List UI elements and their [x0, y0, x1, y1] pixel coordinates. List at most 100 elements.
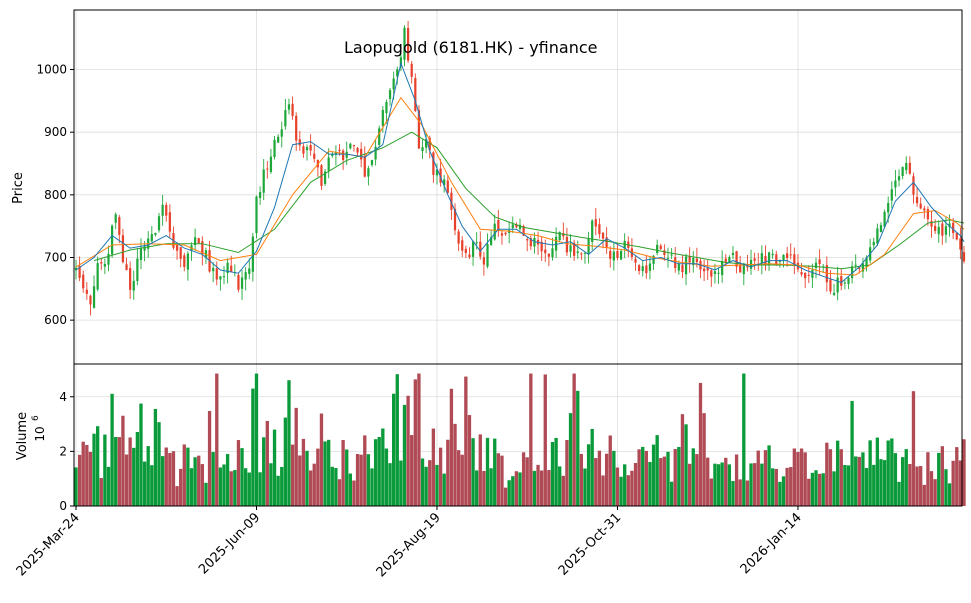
- volume-bar: [619, 476, 623, 506]
- volume-bar: [420, 458, 425, 506]
- volume-bar: [381, 428, 385, 506]
- candle-body: [342, 150, 345, 160]
- volume-bar: [713, 463, 717, 506]
- volume-bar: [135, 432, 140, 506]
- volume-bar: [496, 453, 501, 506]
- volume-bar: [475, 470, 479, 506]
- volume-bar: [247, 472, 251, 506]
- volume-bar: [900, 457, 905, 506]
- volume-bar: [384, 448, 389, 506]
- candle-body: [634, 258, 637, 263]
- candle-body: [132, 280, 135, 291]
- candle-body: [479, 241, 482, 257]
- volume-bar: [886, 440, 890, 506]
- volume-bar: [781, 476, 786, 506]
- candle-body: [565, 236, 569, 253]
- candle-body: [872, 241, 875, 246]
- volume-bar: [850, 400, 854, 506]
- volume-bar: [778, 481, 782, 506]
- volume-bar: [760, 463, 764, 506]
- volume-bar: [189, 468, 194, 506]
- candle-body: [944, 226, 948, 235]
- volume-bar: [327, 439, 331, 506]
- candle-body: [464, 248, 467, 253]
- candle-body: [764, 255, 767, 265]
- volume-bar: [110, 393, 114, 506]
- candle-body: [500, 233, 504, 236]
- candle-body: [771, 253, 774, 256]
- candle-body: [876, 228, 879, 244]
- volume-bar: [276, 475, 280, 506]
- volume-bar: [222, 464, 226, 506]
- candle-body: [897, 176, 901, 181]
- candle-body: [616, 251, 619, 258]
- volume-bar: [114, 436, 118, 506]
- volume-bar: [843, 465, 847, 506]
- volume-bar: [882, 460, 887, 506]
- candle-body: [663, 250, 666, 255]
- volume-bar: [243, 468, 248, 506]
- volume-bar: [803, 452, 807, 506]
- volume-bar: [413, 379, 417, 506]
- candle-body: [493, 223, 496, 240]
- volume-bar: [919, 466, 923, 506]
- candle-body: [136, 258, 139, 282]
- volume-bar: [117, 437, 121, 506]
- volume-bar: [197, 455, 201, 506]
- volume-bar: [142, 461, 147, 506]
- volume-bar: [391, 393, 396, 506]
- volume-bar: [626, 475, 630, 506]
- candle-body: [609, 250, 612, 259]
- candle-body: [767, 252, 771, 265]
- volume-bar: [74, 467, 78, 506]
- volume-bar: [604, 453, 609, 506]
- candle-body: [681, 264, 684, 273]
- volume-bar: [825, 442, 829, 506]
- volume-bar: [933, 479, 937, 506]
- candle-body: [150, 234, 153, 242]
- volume-bar: [521, 452, 526, 506]
- volume-bar: [525, 457, 529, 506]
- candle-body: [381, 110, 384, 127]
- candle-body: [894, 180, 897, 188]
- volume-bar: [85, 445, 89, 506]
- volume-bar: [785, 467, 789, 506]
- candle-body: [739, 264, 742, 273]
- chart-title: Laopugold (6181.HK) - yfinance: [344, 38, 597, 57]
- volume-bar: [680, 414, 685, 506]
- candle-body: [482, 257, 486, 265]
- candle-body: [352, 145, 356, 147]
- candle-body: [706, 267, 709, 271]
- volume-bar: [846, 465, 851, 506]
- volume-bar: [366, 454, 371, 506]
- volume-bar: [738, 479, 742, 506]
- volume-bar: [348, 473, 353, 506]
- volume-bar: [835, 440, 840, 506]
- volume-bar: [742, 373, 746, 506]
- volume-bar: [153, 408, 158, 506]
- candle-body: [836, 277, 839, 293]
- candle-body: [273, 139, 276, 158]
- candle-body: [829, 279, 832, 292]
- volume-bar: [254, 373, 259, 506]
- volume-bar: [175, 486, 179, 506]
- volume-bar: [875, 437, 880, 506]
- volume-bar: [186, 447, 190, 506]
- volume-bar: [890, 438, 894, 506]
- candle-body: [648, 263, 652, 271]
- volume-bar: [630, 470, 634, 506]
- volume-bar: [590, 428, 594, 506]
- candle-body: [923, 208, 926, 211]
- candle-body: [915, 197, 919, 204]
- candle-body: [129, 268, 132, 290]
- candle-body: [684, 256, 688, 275]
- volume-bar: [240, 448, 244, 506]
- price-tick-label: 600: [44, 313, 67, 327]
- candlestick-chart: 60070080090010000242025-Mar-24 2025-Jun-0…: [0, 0, 971, 599]
- volume-bar: [272, 429, 277, 506]
- candle-body: [879, 225, 883, 233]
- volume-multiplier-base: 10: [33, 426, 47, 441]
- volume-bar: [417, 373, 421, 506]
- volume-bar: [92, 433, 96, 506]
- candle-body: [594, 219, 597, 227]
